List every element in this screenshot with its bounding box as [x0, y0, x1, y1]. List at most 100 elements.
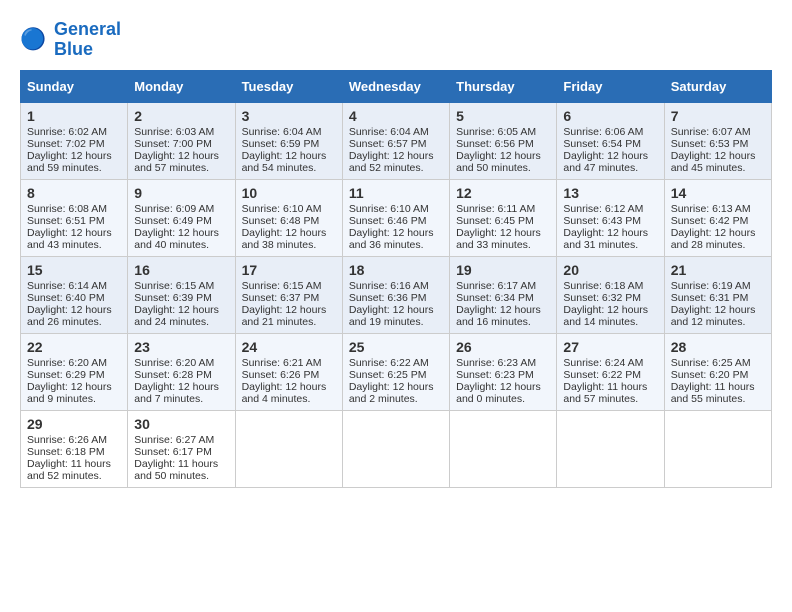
sunset-text: Sunset: 6:18 PM	[27, 446, 121, 458]
day-number: 1	[27, 108, 121, 124]
daylight-text: Daylight: 12 hours and 33 minutes.	[456, 227, 550, 251]
daylight-text: Daylight: 12 hours and 9 minutes.	[27, 381, 121, 405]
daylight-text: Daylight: 12 hours and 28 minutes.	[671, 227, 765, 251]
calendar-cell: 5Sunrise: 6:05 AMSunset: 6:56 PMDaylight…	[450, 102, 557, 179]
sunset-text: Sunset: 6:57 PM	[349, 138, 443, 150]
daylight-text: Daylight: 12 hours and 45 minutes.	[671, 150, 765, 174]
sunset-text: Sunset: 6:31 PM	[671, 292, 765, 304]
sunrise-text: Sunrise: 6:20 AM	[134, 357, 228, 369]
sunrise-text: Sunrise: 6:25 AM	[671, 357, 765, 369]
sunrise-text: Sunrise: 6:02 AM	[27, 126, 121, 138]
day-number: 2	[134, 108, 228, 124]
sunrise-text: Sunrise: 6:08 AM	[27, 203, 121, 215]
daylight-text: Daylight: 12 hours and 54 minutes.	[242, 150, 336, 174]
sunset-text: Sunset: 6:26 PM	[242, 369, 336, 381]
sunrise-text: Sunrise: 6:15 AM	[242, 280, 336, 292]
sunrise-text: Sunrise: 6:18 AM	[563, 280, 657, 292]
calendar-week-2: 8Sunrise: 6:08 AMSunset: 6:51 PMDaylight…	[21, 179, 772, 256]
sunset-text: Sunset: 6:54 PM	[563, 138, 657, 150]
day-header-tuesday: Tuesday	[235, 70, 342, 102]
daylight-text: Daylight: 12 hours and 31 minutes.	[563, 227, 657, 251]
day-number: 10	[242, 185, 336, 201]
sunrise-text: Sunrise: 6:09 AM	[134, 203, 228, 215]
sunset-text: Sunset: 6:51 PM	[27, 215, 121, 227]
sunset-text: Sunset: 6:49 PM	[134, 215, 228, 227]
calendar-cell: 11Sunrise: 6:10 AMSunset: 6:46 PMDayligh…	[342, 179, 449, 256]
day-number: 20	[563, 262, 657, 278]
day-number: 17	[242, 262, 336, 278]
sunset-text: Sunset: 6:56 PM	[456, 138, 550, 150]
daylight-text: Daylight: 12 hours and 19 minutes.	[349, 304, 443, 328]
daylight-text: Daylight: 11 hours and 55 minutes.	[671, 381, 765, 405]
sunrise-text: Sunrise: 6:12 AM	[563, 203, 657, 215]
sunset-text: Sunset: 6:37 PM	[242, 292, 336, 304]
calendar-cell	[557, 410, 664, 487]
calendar-cell	[235, 410, 342, 487]
calendar-cell: 19Sunrise: 6:17 AMSunset: 6:34 PMDayligh…	[450, 256, 557, 333]
sunrise-text: Sunrise: 6:23 AM	[456, 357, 550, 369]
logo-bird-icon: 🔵	[20, 25, 50, 55]
calendar-cell: 21Sunrise: 6:19 AMSunset: 6:31 PMDayligh…	[664, 256, 771, 333]
calendar-cell	[450, 410, 557, 487]
sunrise-text: Sunrise: 6:24 AM	[563, 357, 657, 369]
day-number: 24	[242, 339, 336, 355]
calendar-cell: 2Sunrise: 6:03 AMSunset: 7:00 PMDaylight…	[128, 102, 235, 179]
day-number: 19	[456, 262, 550, 278]
daylight-text: Daylight: 11 hours and 50 minutes.	[134, 458, 228, 482]
calendar-cell: 28Sunrise: 6:25 AMSunset: 6:20 PMDayligh…	[664, 333, 771, 410]
day-number: 27	[563, 339, 657, 355]
daylight-text: Daylight: 12 hours and 36 minutes.	[349, 227, 443, 251]
sunrise-text: Sunrise: 6:17 AM	[456, 280, 550, 292]
day-number: 30	[134, 416, 228, 432]
calendar-cell: 8 Sunrise: 6:08 AMSunset: 6:51 PMDaylight…	[21, 179, 128, 256]
sunrise-text: Sunrise: 6:04 AM	[349, 126, 443, 138]
day-number: 7	[671, 108, 765, 124]
calendar-header-row: SundayMondayTuesdayWednesdayThursdayFrid…	[21, 70, 772, 102]
calendar-cell: 26Sunrise: 6:23 AMSunset: 6:23 PMDayligh…	[450, 333, 557, 410]
sunset-text: Sunset: 6:34 PM	[456, 292, 550, 304]
day-number: 15	[27, 262, 121, 278]
sunset-text: Sunset: 6:17 PM	[134, 446, 228, 458]
daylight-text: Daylight: 12 hours and 47 minutes.	[563, 150, 657, 174]
calendar-cell	[664, 410, 771, 487]
logo-text: GeneralBlue	[54, 20, 121, 60]
day-header-friday: Friday	[557, 70, 664, 102]
calendar-week-1: 1 Sunrise: 6:02 AMSunset: 7:02 PM Daylight…	[21, 102, 772, 179]
daylight-text: Daylight: 12 hours and 57 minutes.	[134, 150, 228, 174]
day-number: 8	[27, 185, 121, 201]
calendar-cell	[342, 410, 449, 487]
calendar-cell: 20Sunrise: 6:18 AMSunset: 6:32 PMDayligh…	[557, 256, 664, 333]
sunrise-text: Sunrise: 6:10 AM	[242, 203, 336, 215]
daylight-text: Daylight: 12 hours and 0 minutes.	[456, 381, 550, 405]
sunset-text: Sunset: 6:43 PM	[563, 215, 657, 227]
daylight-text: Daylight: 12 hours and 43 minutes.	[27, 227, 121, 251]
calendar-cell: 24Sunrise: 6:21 AMSunset: 6:26 PMDayligh…	[235, 333, 342, 410]
sunrise-text: Sunrise: 6:14 AM	[27, 280, 121, 292]
sunset-text: Sunset: 6:39 PM	[134, 292, 228, 304]
day-number: 25	[349, 339, 443, 355]
day-number: 9	[134, 185, 228, 201]
daylight-text: Daylight: 12 hours and 24 minutes.	[134, 304, 228, 328]
calendar-cell: 13Sunrise: 6:12 AMSunset: 6:43 PMDayligh…	[557, 179, 664, 256]
daylight-text: Daylight: 12 hours and 40 minutes.	[134, 227, 228, 251]
sunset-text: Sunset: 6:36 PM	[349, 292, 443, 304]
sunrise-text: Sunrise: 6:19 AM	[671, 280, 765, 292]
day-number: 14	[671, 185, 765, 201]
day-number: 16	[134, 262, 228, 278]
calendar-cell: 18Sunrise: 6:16 AMSunset: 6:36 PMDayligh…	[342, 256, 449, 333]
sunrise-text: Sunrise: 6:05 AM	[456, 126, 550, 138]
calendar-cell: 27Sunrise: 6:24 AMSunset: 6:22 PMDayligh…	[557, 333, 664, 410]
sunrise-text: Sunrise: 6:07 AM	[671, 126, 765, 138]
calendar-cell: 6Sunrise: 6:06 AMSunset: 6:54 PMDaylight…	[557, 102, 664, 179]
daylight-text: Daylight: 12 hours and 12 minutes.	[671, 304, 765, 328]
sunset-text: Sunset: 7:02 PM	[27, 138, 121, 150]
day-number: 12	[456, 185, 550, 201]
day-number: 29	[27, 416, 121, 432]
calendar-week-4: 22Sunrise: 6:20 AMSunset: 6:29 PMDayligh…	[21, 333, 772, 410]
sunrise-text: Sunrise: 6:15 AM	[134, 280, 228, 292]
day-number: 26	[456, 339, 550, 355]
calendar-cell: 15Sunrise: 6:14 AMSunset: 6:40 PMDayligh…	[21, 256, 128, 333]
calendar-cell: 30Sunrise: 6:27 AMSunset: 6:17 PMDayligh…	[128, 410, 235, 487]
day-number: 5	[456, 108, 550, 124]
sunset-text: Sunset: 6:22 PM	[563, 369, 657, 381]
